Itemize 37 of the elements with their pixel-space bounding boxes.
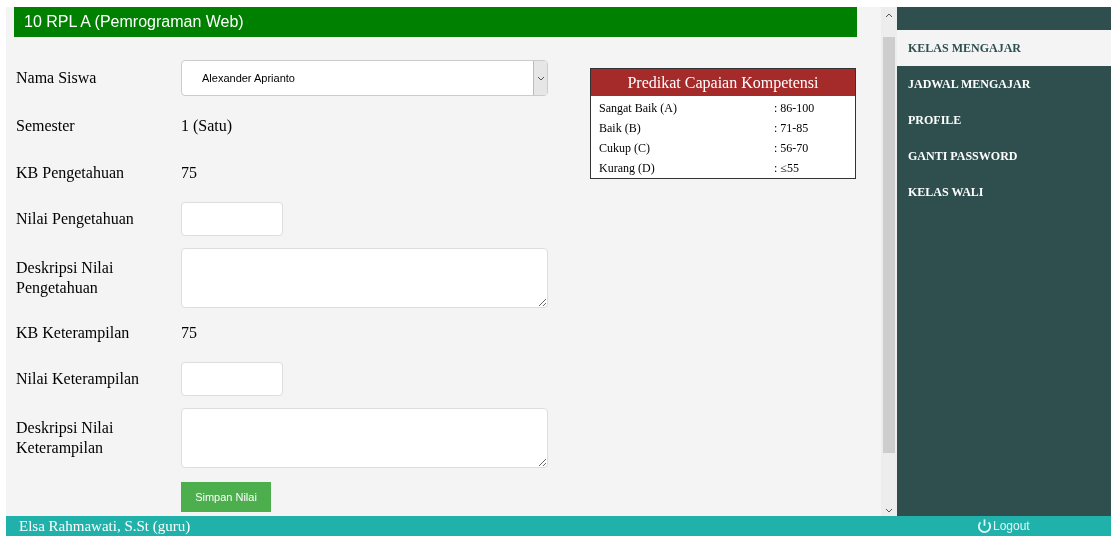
grade-label: Kurang (D)	[599, 160, 656, 177]
scroll-up-icon[interactable]	[885, 11, 893, 19]
textarea-field[interactable]	[181, 248, 548, 308]
sidebar-item[interactable]: KELAS MENGAJAR	[897, 30, 1111, 66]
sidebar-item[interactable]: KELAS WALI	[897, 174, 1111, 210]
field-label: KB Pengetahuan	[16, 163, 125, 183]
field-value: 75	[181, 323, 197, 343]
field-label: Semester	[16, 116, 76, 136]
field-label: Nilai Keterampilan	[16, 369, 141, 389]
textarea-field[interactable]	[181, 408, 548, 468]
sidebar-item[interactable]: PROFILE	[897, 102, 1111, 138]
field-label: Deskripsi Nilai Pengetahuan	[16, 258, 115, 298]
field-label: Nilai Pengetahuan	[16, 209, 135, 229]
grade-range: : ≤55	[774, 160, 799, 177]
scrollbar-thumb[interactable]	[883, 37, 895, 453]
power-icon	[976, 517, 993, 535]
chevron-down-icon	[536, 75, 545, 81]
student-select[interactable]: Alexander Aprianto	[181, 60, 548, 96]
page-title-bar: 10 RPL A (Pemrograman Web)	[14, 7, 857, 37]
sidebar-item[interactable]: GANTI PASSWORD	[897, 138, 1111, 174]
input-field[interactable]	[181, 362, 283, 396]
field-value: 1 (Satu)	[181, 116, 233, 137]
user-name: Elsa Rahmawati, S.St (guru)	[18, 516, 192, 536]
input-field[interactable]	[181, 202, 283, 236]
sidebar-item[interactable]: JADWAL MENGAJAR	[897, 66, 1111, 102]
field-label: Deskripsi Nilai Keterampilan	[16, 418, 115, 458]
grade-range: : 56-70	[774, 140, 809, 157]
legend-header: Predikat Capaian Kompetensi	[591, 69, 855, 96]
grade-label: Cukup (C)	[599, 140, 651, 157]
scroll-down-icon[interactable]	[885, 506, 893, 514]
field-value: 75	[181, 163, 197, 183]
grade-label: Baik (B)	[599, 120, 642, 137]
grade-range: : 71-85	[774, 120, 809, 137]
grade-label: Sangat Baik (A)	[599, 100, 678, 117]
grade-range: : 86-100	[774, 100, 815, 117]
field-label: KB Keterampilan	[16, 323, 131, 343]
field-label: Nama Siswa	[16, 68, 98, 88]
